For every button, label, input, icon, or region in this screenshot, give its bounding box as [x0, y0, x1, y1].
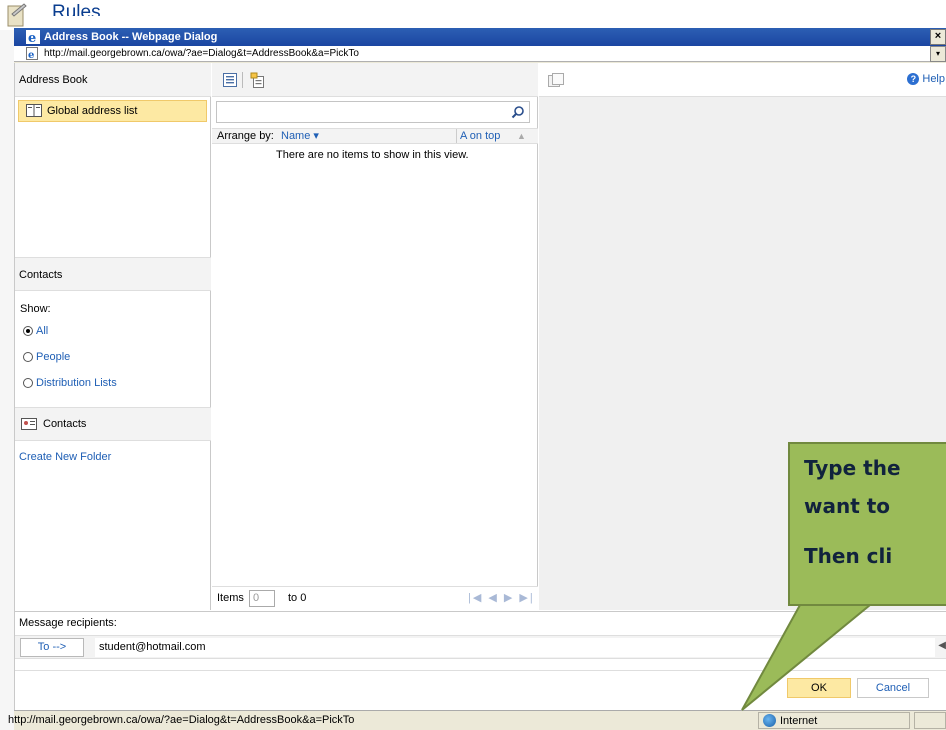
dialog-title: Address Book -- Webpage Dialog	[44, 31, 218, 43]
items-label: Items	[217, 592, 244, 604]
list-toolbar	[212, 63, 538, 97]
global-address-list-item[interactable]: Global address list	[18, 100, 207, 122]
instruction-callout: Type the want to Then cli	[788, 442, 946, 606]
empty-list-message: There are no items to show in this view.	[276, 149, 469, 161]
arrange-bar: Arrange by: Name ▾ A on top ▲	[212, 128, 538, 144]
sort-order-toggle[interactable]: A on top	[460, 129, 500, 143]
search-input[interactable]	[216, 101, 530, 123]
show-label: Show:	[20, 303, 51, 315]
contacts-card-icon	[21, 418, 37, 430]
background-app-header: Rules	[0, 0, 946, 30]
callout-line-2: want to	[804, 494, 891, 518]
help-link[interactable]: ? Help	[907, 73, 945, 85]
reading-pane-toolbar: ? Help	[539, 63, 946, 97]
contact-details-icon[interactable]	[548, 73, 564, 87]
security-zone-label: Internet	[780, 714, 818, 727]
address-book-header: Address Book	[15, 63, 211, 97]
contacts-folder-label: Contacts	[43, 418, 87, 430]
filter-label: People	[36, 351, 71, 363]
sidebar: Address Book Global address list Contact…	[15, 63, 211, 610]
filter-people[interactable]: People	[23, 351, 70, 363]
sort-arrow-icon: ▲	[517, 131, 526, 141]
close-button[interactable]: ×	[930, 29, 946, 45]
page-total-label: to 0	[288, 592, 307, 604]
rules-icon	[7, 3, 27, 27]
address-book-icon	[26, 104, 42, 117]
help-label: Help	[922, 73, 945, 85]
radio-selected-icon[interactable]	[23, 326, 33, 336]
filter-distribution-lists[interactable]: Distribution Lists	[23, 377, 117, 389]
help-icon: ?	[907, 73, 920, 85]
radio-icon[interactable]	[23, 352, 33, 362]
to-button[interactable]: To -->	[20, 638, 84, 657]
scroll-left-icon[interactable]: ◀	[938, 640, 946, 651]
address-dropdown-button[interactable]: ▾	[930, 46, 946, 62]
address-bar: e http://mail.georgebrown.ca/owa/?ae=Dia…	[14, 46, 946, 62]
arrange-separator	[456, 129, 457, 143]
svg-text:e: e	[28, 31, 36, 44]
dialog-titlebar: e Address Book -- Webpage Dialog ×	[14, 28, 946, 46]
callout-line-1: Type the	[804, 456, 901, 480]
toolbar-separator	[242, 72, 243, 88]
radio-icon[interactable]	[23, 378, 33, 388]
contacts-folder-item[interactable]: Contacts	[15, 407, 211, 441]
rules-label[interactable]: Rules	[52, 2, 101, 16]
address-url: http://mail.georgebrown.ca/owa/?ae=Dialo…	[44, 48, 359, 59]
search-icon[interactable]	[511, 105, 525, 119]
callout-pointer	[741, 605, 872, 711]
message-recipients-label: Message recipients:	[19, 617, 117, 629]
new-contact-icon[interactable]	[250, 72, 266, 88]
internet-explorer-icon: e	[26, 30, 40, 44]
page-number-input[interactable]: 0	[249, 590, 275, 607]
filter-label: Distribution Lists	[36, 377, 117, 389]
arrange-by-dropdown[interactable]: Name ▾	[281, 129, 319, 143]
pager-navigation-icons[interactable]: |◀ ◀ ▶ ▶|	[468, 591, 535, 604]
globe-icon	[763, 714, 776, 727]
list-view-icon[interactable]	[222, 72, 238, 88]
create-new-folder-link[interactable]: Create New Folder	[19, 451, 111, 463]
contacts-header: Contacts	[15, 257, 211, 291]
background-left-strip	[0, 30, 14, 730]
status-url: http://mail.georgebrown.ca/owa/?ae=Dialo…	[8, 714, 355, 726]
global-address-list-label: Global address list	[47, 105, 138, 117]
callout-line-3: Then cli	[804, 544, 893, 568]
page-icon: e	[26, 47, 38, 60]
filter-label: All	[36, 325, 49, 337]
filter-all[interactable]: All	[23, 325, 48, 337]
contact-list-pane: Arrange by: Name ▾ A on top ▲ There are …	[212, 63, 538, 610]
svg-text:e: e	[28, 50, 34, 60]
arrange-by-label: Arrange by:	[217, 130, 274, 142]
list-pager: Items 0 to 0 |◀ ◀ ▶ ▶|	[212, 586, 538, 610]
